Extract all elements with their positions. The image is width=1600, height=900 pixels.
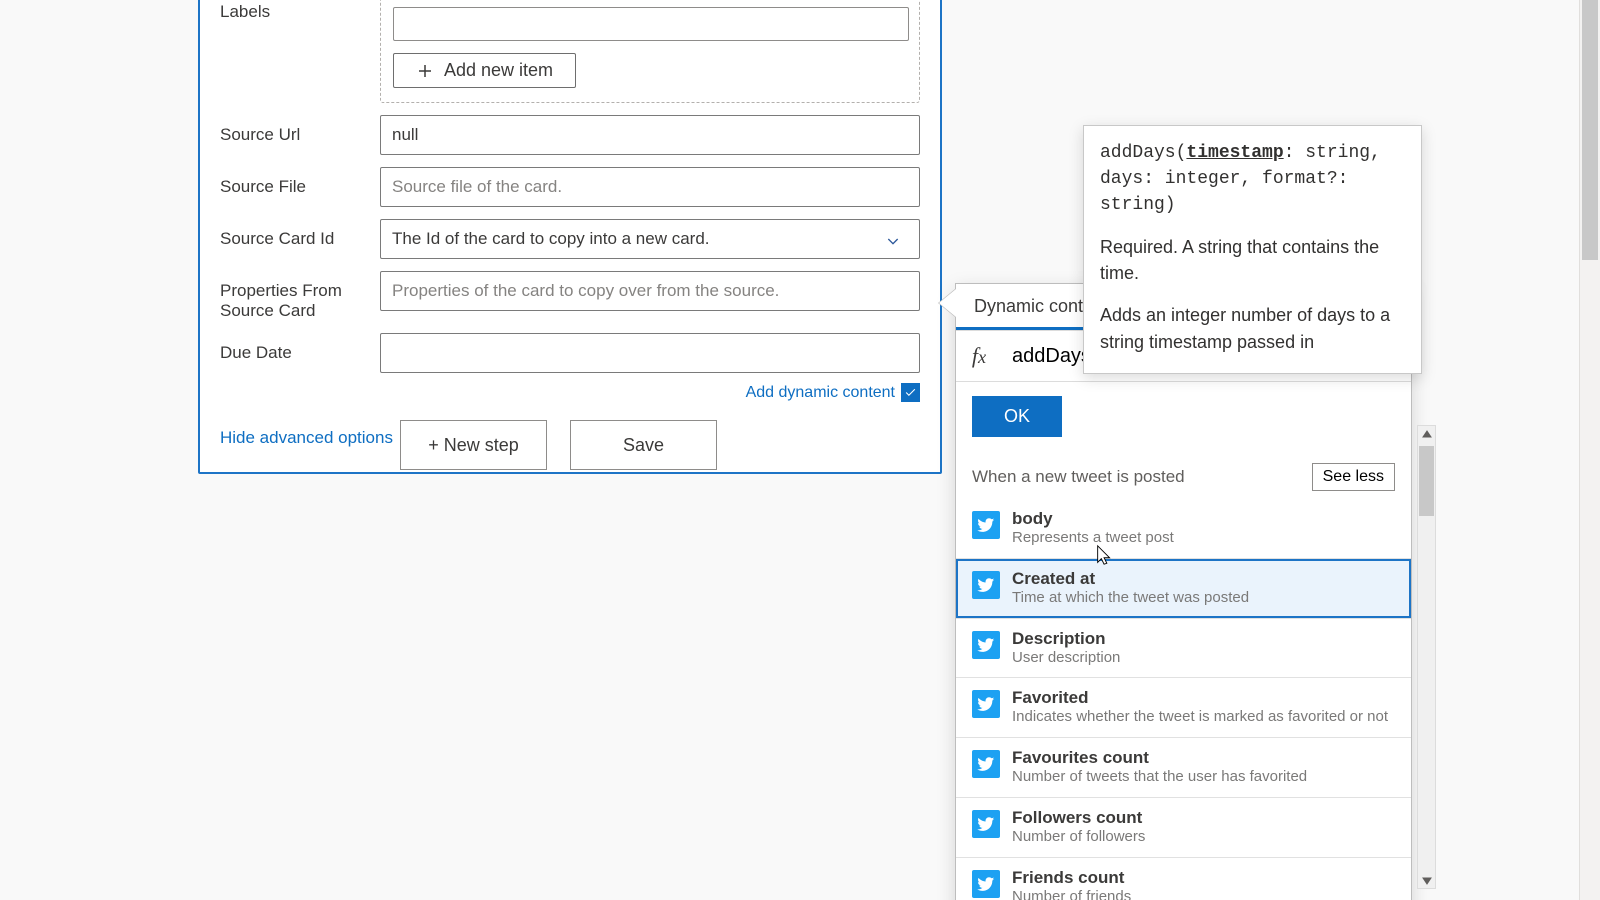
action-card: Labels Add new item Source Url null Sour… <box>198 0 942 474</box>
picker-item-created-at[interactable]: Created atTime at which the tweet was po… <box>956 559 1411 619</box>
picker-item-title: Friends count <box>1012 868 1131 888</box>
tooltip-sig-pre: addDays( <box>1100 143 1186 163</box>
fx-icon: fx <box>956 343 1002 369</box>
labels-repeater: Add new item <box>380 0 920 103</box>
picker-item-body[interactable]: bodyRepresents a tweet post <box>956 499 1411 559</box>
tooltip-sig-param: timestamp <box>1186 143 1283 163</box>
source-card-id-placeholder: The Id of the card to copy into a new ca… <box>392 229 710 249</box>
picker-item-desc: Number of tweets that the user has favor… <box>1012 768 1307 787</box>
page-scrollbar[interactable] <box>1579 0 1600 900</box>
due-date-input[interactable] <box>380 333 920 373</box>
source-card-id-select[interactable]: The Id of the card to copy into a new ca… <box>380 219 920 259</box>
due-date-label: Due Date <box>220 333 380 363</box>
picker-item-desc: Time at which the tweet was posted <box>1012 589 1249 608</box>
twitter-icon <box>972 690 1000 718</box>
picker-scrollbar[interactable] <box>1417 425 1436 889</box>
label-item-input[interactable] <box>393 7 909 41</box>
picker-item-desc: Number of followers <box>1012 828 1145 847</box>
twitter-icon <box>972 870 1000 898</box>
props-from-source-label: Properties From Source Card <box>220 271 380 321</box>
twitter-icon <box>972 511 1000 539</box>
twitter-icon <box>972 571 1000 599</box>
picker-item-desc: Number of friends <box>1012 888 1131 900</box>
picker-item-desc: Indicates whether the tweet is marked as… <box>1012 708 1388 727</box>
dynamic-content-list: bodyRepresents a tweet postCreated atTim… <box>956 499 1411 900</box>
picker-source-header: When a new tweet is posted <box>972 467 1185 487</box>
source-file-label: Source File <box>220 167 380 197</box>
picker-item-desc: User description <box>1012 649 1120 668</box>
picker-item-desc: Represents a tweet post <box>1012 529 1174 548</box>
page-scrollbar-thumb[interactable] <box>1582 0 1598 260</box>
add-new-item-label: Add new item <box>444 60 553 81</box>
plus-icon <box>416 62 434 80</box>
source-url-label: Source Url <box>220 115 380 145</box>
twitter-icon <box>972 750 1000 778</box>
labels-label: Labels <box>220 0 380 22</box>
twitter-icon <box>972 631 1000 659</box>
props-from-source-input[interactable]: Properties of the card to copy over from… <box>380 271 920 311</box>
tooltip-required-text: Required. A string that contains the tim… <box>1100 234 1405 286</box>
scrollbar-thumb[interactable] <box>1419 446 1434 516</box>
twitter-icon <box>972 810 1000 838</box>
picker-item-followers-count[interactable]: Followers countNumber of followers <box>956 798 1411 858</box>
picker-item-description[interactable]: DescriptionUser description <box>956 619 1411 679</box>
chevron-down-icon <box>885 233 901 249</box>
source-url-input[interactable]: null <box>380 115 920 155</box>
picker-item-favorited[interactable]: FavoritedIndicates whether the tweet is … <box>956 678 1411 738</box>
tooltip-signature: addDays(timestamp: string, days: integer… <box>1100 140 1405 218</box>
picker-item-title: body <box>1012 509 1174 529</box>
tooltip-description: Adds an integer number of days to a stri… <box>1100 302 1405 354</box>
expression-tooltip: addDays(timestamp: string, days: integer… <box>1083 125 1422 374</box>
scroll-down-icon[interactable] <box>1421 875 1432 886</box>
add-dynamic-content-link[interactable]: Add dynamic content <box>746 384 895 402</box>
add-new-item-button[interactable]: Add new item <box>393 53 576 88</box>
see-less-button[interactable]: See less <box>1312 463 1395 491</box>
source-file-input[interactable]: Source file of the card. <box>380 167 920 207</box>
source-card-id-label: Source Card Id <box>220 219 380 249</box>
picker-item-favourites-count[interactable]: Favourites countNumber of tweets that th… <box>956 738 1411 798</box>
picker-item-title: Favorited <box>1012 688 1388 708</box>
ok-button[interactable]: OK <box>972 396 1062 437</box>
picker-item-title: Created at <box>1012 569 1249 589</box>
dynamic-content-icon[interactable] <box>901 383 920 402</box>
new-step-button[interactable]: + New step <box>400 420 547 470</box>
expression-panel: Dynamic content Expression fx OK When a … <box>955 283 1412 900</box>
picker-item-friends-count[interactable]: Friends countNumber of friends <box>956 858 1411 900</box>
save-button[interactable]: Save <box>570 420 717 470</box>
picker-item-title: Favourites count <box>1012 748 1307 768</box>
picker-item-title: Followers count <box>1012 808 1145 828</box>
advanced-options-label: Hide advanced options <box>220 428 393 448</box>
panel-callout-arrow <box>939 289 956 317</box>
labels-block: Labels Add new item <box>220 0 920 103</box>
scroll-up-icon[interactable] <box>1421 428 1432 439</box>
picker-item-title: Description <box>1012 629 1120 649</box>
